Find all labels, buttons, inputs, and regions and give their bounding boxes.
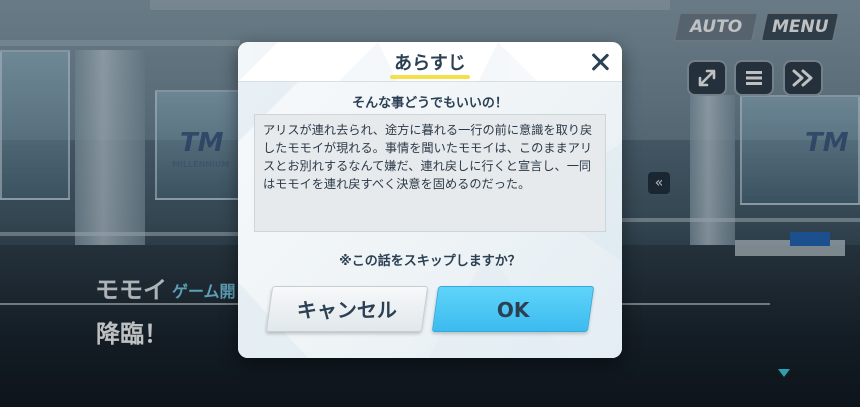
dialog-header: あらすじ [238, 42, 622, 82]
ok-button[interactable]: OK [431, 286, 595, 332]
title-underline [390, 75, 470, 79]
close-icon[interactable] [589, 51, 611, 73]
cancel-label: キャンセル [296, 298, 397, 322]
synopsis-box: アリスが連れ去られ、途方に暮れる一行の前に意識を取り戻 したモモイが現れる。事情… [254, 114, 606, 232]
synopsis-text: アリスが連れ去られ、途方に暮れる一行の前に意識を取り戻 したモモイが現れる。事情… [263, 123, 593, 191]
episode-title: そんな事どうでもいいの！ [352, 96, 508, 111]
skip-question: ※この話をスキップしますか？ [339, 254, 521, 269]
cancel-button[interactable]: キャンセル [265, 286, 429, 332]
dialog-title: あらすじ [394, 53, 466, 74]
ok-label: OK [496, 298, 530, 322]
synopsis-dialog: あらすじ そんな事どうでもいいの！ アリスが連れ去られ、途方に暮れる一行の前に意… [238, 42, 622, 358]
